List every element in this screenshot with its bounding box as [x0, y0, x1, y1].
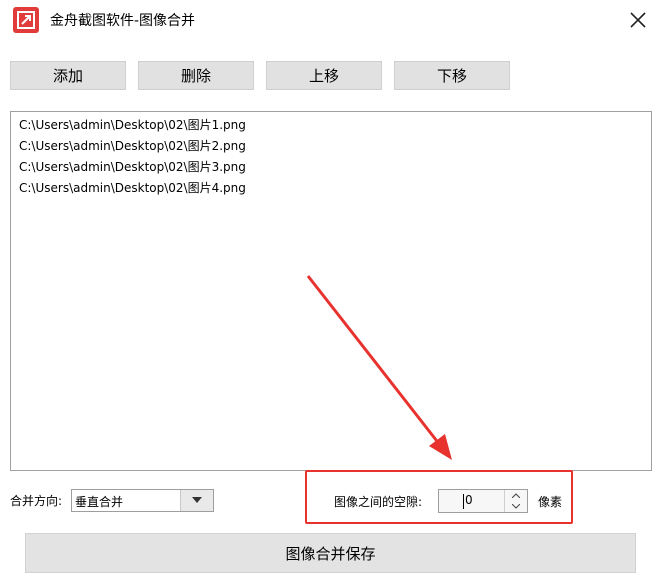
chevron-up-icon [512, 493, 520, 498]
add-button[interactable]: 添加 [10, 61, 126, 90]
chevron-down-icon [512, 504, 520, 509]
direction-value: 垂直合并 [75, 495, 124, 509]
window-title: 金舟截图软件-图像合并 [50, 13, 196, 29]
gap-value: 0 [465, 493, 473, 507]
merge-save-button[interactable]: 图像合并保存 [25, 533, 636, 573]
list-item[interactable]: C:\Users\admin\Desktop\02\图片3.png [19, 159, 246, 175]
gap-unit-label: 像素 [538, 495, 563, 509]
move-down-button[interactable]: 下移 [394, 61, 510, 90]
chevron-down-icon [192, 497, 202, 503]
list-item[interactable]: C:\Users\admin\Desktop\02\图片2.png [19, 138, 246, 154]
title-bar: 金舟截图软件-图像合并 [0, 0, 660, 40]
stepper-arrows [504, 490, 527, 512]
file-list[interactable]: C:\Users\admin\Desktop\02\图片1.png C:\Use… [10, 111, 652, 471]
move-up-button[interactable]: 上移 [266, 61, 382, 90]
close-icon [630, 12, 646, 28]
app-logo-icon [13, 7, 39, 33]
direction-label: 合并方向: [10, 494, 63, 508]
list-item[interactable]: C:\Users\admin\Desktop\02\图片4.png [19, 180, 246, 196]
gap-stepper[interactable]: 0 [438, 489, 528, 513]
stepper-down-button[interactable] [505, 501, 527, 512]
gap-label: 图像之间的空隙: [334, 495, 423, 509]
stepper-up-button[interactable] [505, 490, 527, 501]
text-caret [463, 494, 464, 509]
list-item[interactable]: C:\Users\admin\Desktop\02\图片1.png [19, 117, 246, 133]
direction-select[interactable]: 垂直合并 [71, 489, 214, 512]
close-button[interactable] [624, 6, 652, 34]
delete-button[interactable]: 删除 [138, 61, 254, 90]
direction-dropdown-button[interactable] [180, 490, 213, 511]
